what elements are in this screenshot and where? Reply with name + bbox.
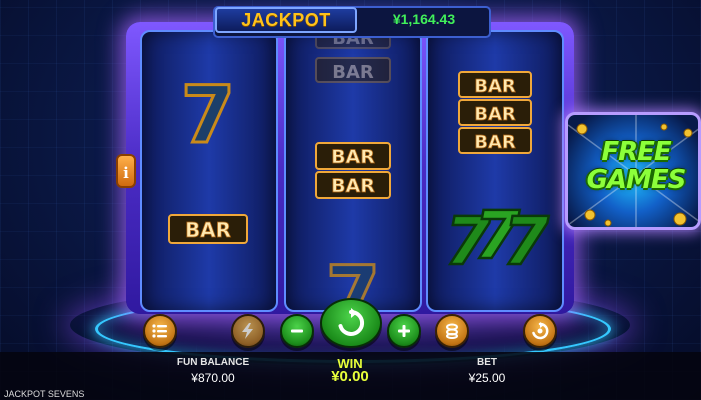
bar-symbol: BAR bbox=[458, 71, 532, 98]
bar-symbol: BAR bbox=[315, 142, 391, 170]
svg-text:BAR: BAR bbox=[332, 62, 374, 83]
autoplay-button[interactable] bbox=[523, 314, 557, 348]
free-games-line-2: GAMES bbox=[586, 165, 687, 195]
bar-symbol: BAR bbox=[458, 99, 532, 126]
svg-text:7: 7 bbox=[503, 203, 549, 280]
svg-text:7: 7 bbox=[181, 71, 235, 161]
reel-2: BAR BAR BAR BAR 7 bbox=[284, 30, 422, 312]
info-button[interactable]: i bbox=[116, 154, 136, 188]
bet-increase-button[interactable] bbox=[387, 314, 421, 348]
free-games-line-1: FREE bbox=[601, 137, 671, 167]
win-value: ¥0.00 bbox=[331, 368, 369, 385]
jackpot-label: JACKPOT bbox=[215, 7, 357, 33]
bar-symbol: BAR bbox=[168, 214, 248, 244]
bar-symbol: BAR bbox=[458, 127, 532, 154]
turbo-button[interactable] bbox=[231, 314, 265, 348]
svg-text:BAR: BAR bbox=[331, 175, 375, 197]
plus-icon bbox=[398, 325, 410, 337]
reel-1-symbols: 7 BAR bbox=[168, 70, 248, 244]
coins-icon bbox=[446, 323, 458, 339]
seven-symbol: 7 bbox=[179, 70, 236, 163]
spin-button[interactable] bbox=[320, 298, 382, 348]
svg-text:BAR: BAR bbox=[185, 218, 231, 242]
game-title: JACKPOT SEVENS bbox=[4, 389, 85, 399]
reel-3-symbols: BAR BAR BAR 7 7 7 bbox=[444, 71, 551, 282]
bet-decrease-button[interactable] bbox=[280, 314, 314, 348]
svg-text:BAR: BAR bbox=[474, 104, 516, 125]
jackpot-panel: JACKPOT ¥1,164.43 bbox=[213, 6, 491, 38]
free-games-button[interactable]: FREE GAMES bbox=[565, 112, 701, 230]
balance-value: ¥870.00 bbox=[191, 371, 235, 385]
minus-icon bbox=[291, 329, 303, 333]
reel-1: 7 BAR bbox=[140, 30, 278, 312]
svg-text:BAR: BAR bbox=[474, 76, 516, 97]
bet-label: BET bbox=[477, 357, 497, 368]
jackpot-amount: ¥1,164.43 bbox=[392, 11, 456, 27]
balance-label: FUN BALANCE bbox=[176, 357, 250, 368]
menu-button[interactable] bbox=[143, 314, 177, 348]
autoplay-icon bbox=[532, 322, 549, 340]
svg-text:BAR: BAR bbox=[331, 146, 375, 168]
reel-3: BAR BAR BAR 7 7 7 bbox=[426, 30, 564, 312]
triple-seven-symbol: 7 7 7 bbox=[444, 196, 551, 282]
bet-value: ¥25.00 bbox=[468, 371, 506, 385]
menu-icon bbox=[152, 324, 167, 338]
spin-icon bbox=[338, 308, 365, 336]
reel-2-symbols: BAR BAR BAR BAR 7 bbox=[315, 32, 391, 310]
lightning-icon bbox=[242, 323, 253, 339]
bar-symbol: BAR bbox=[315, 171, 391, 199]
coins-button[interactable] bbox=[435, 314, 469, 348]
bar-symbol-faded: BAR bbox=[315, 57, 391, 83]
svg-text:BAR: BAR bbox=[474, 132, 516, 153]
